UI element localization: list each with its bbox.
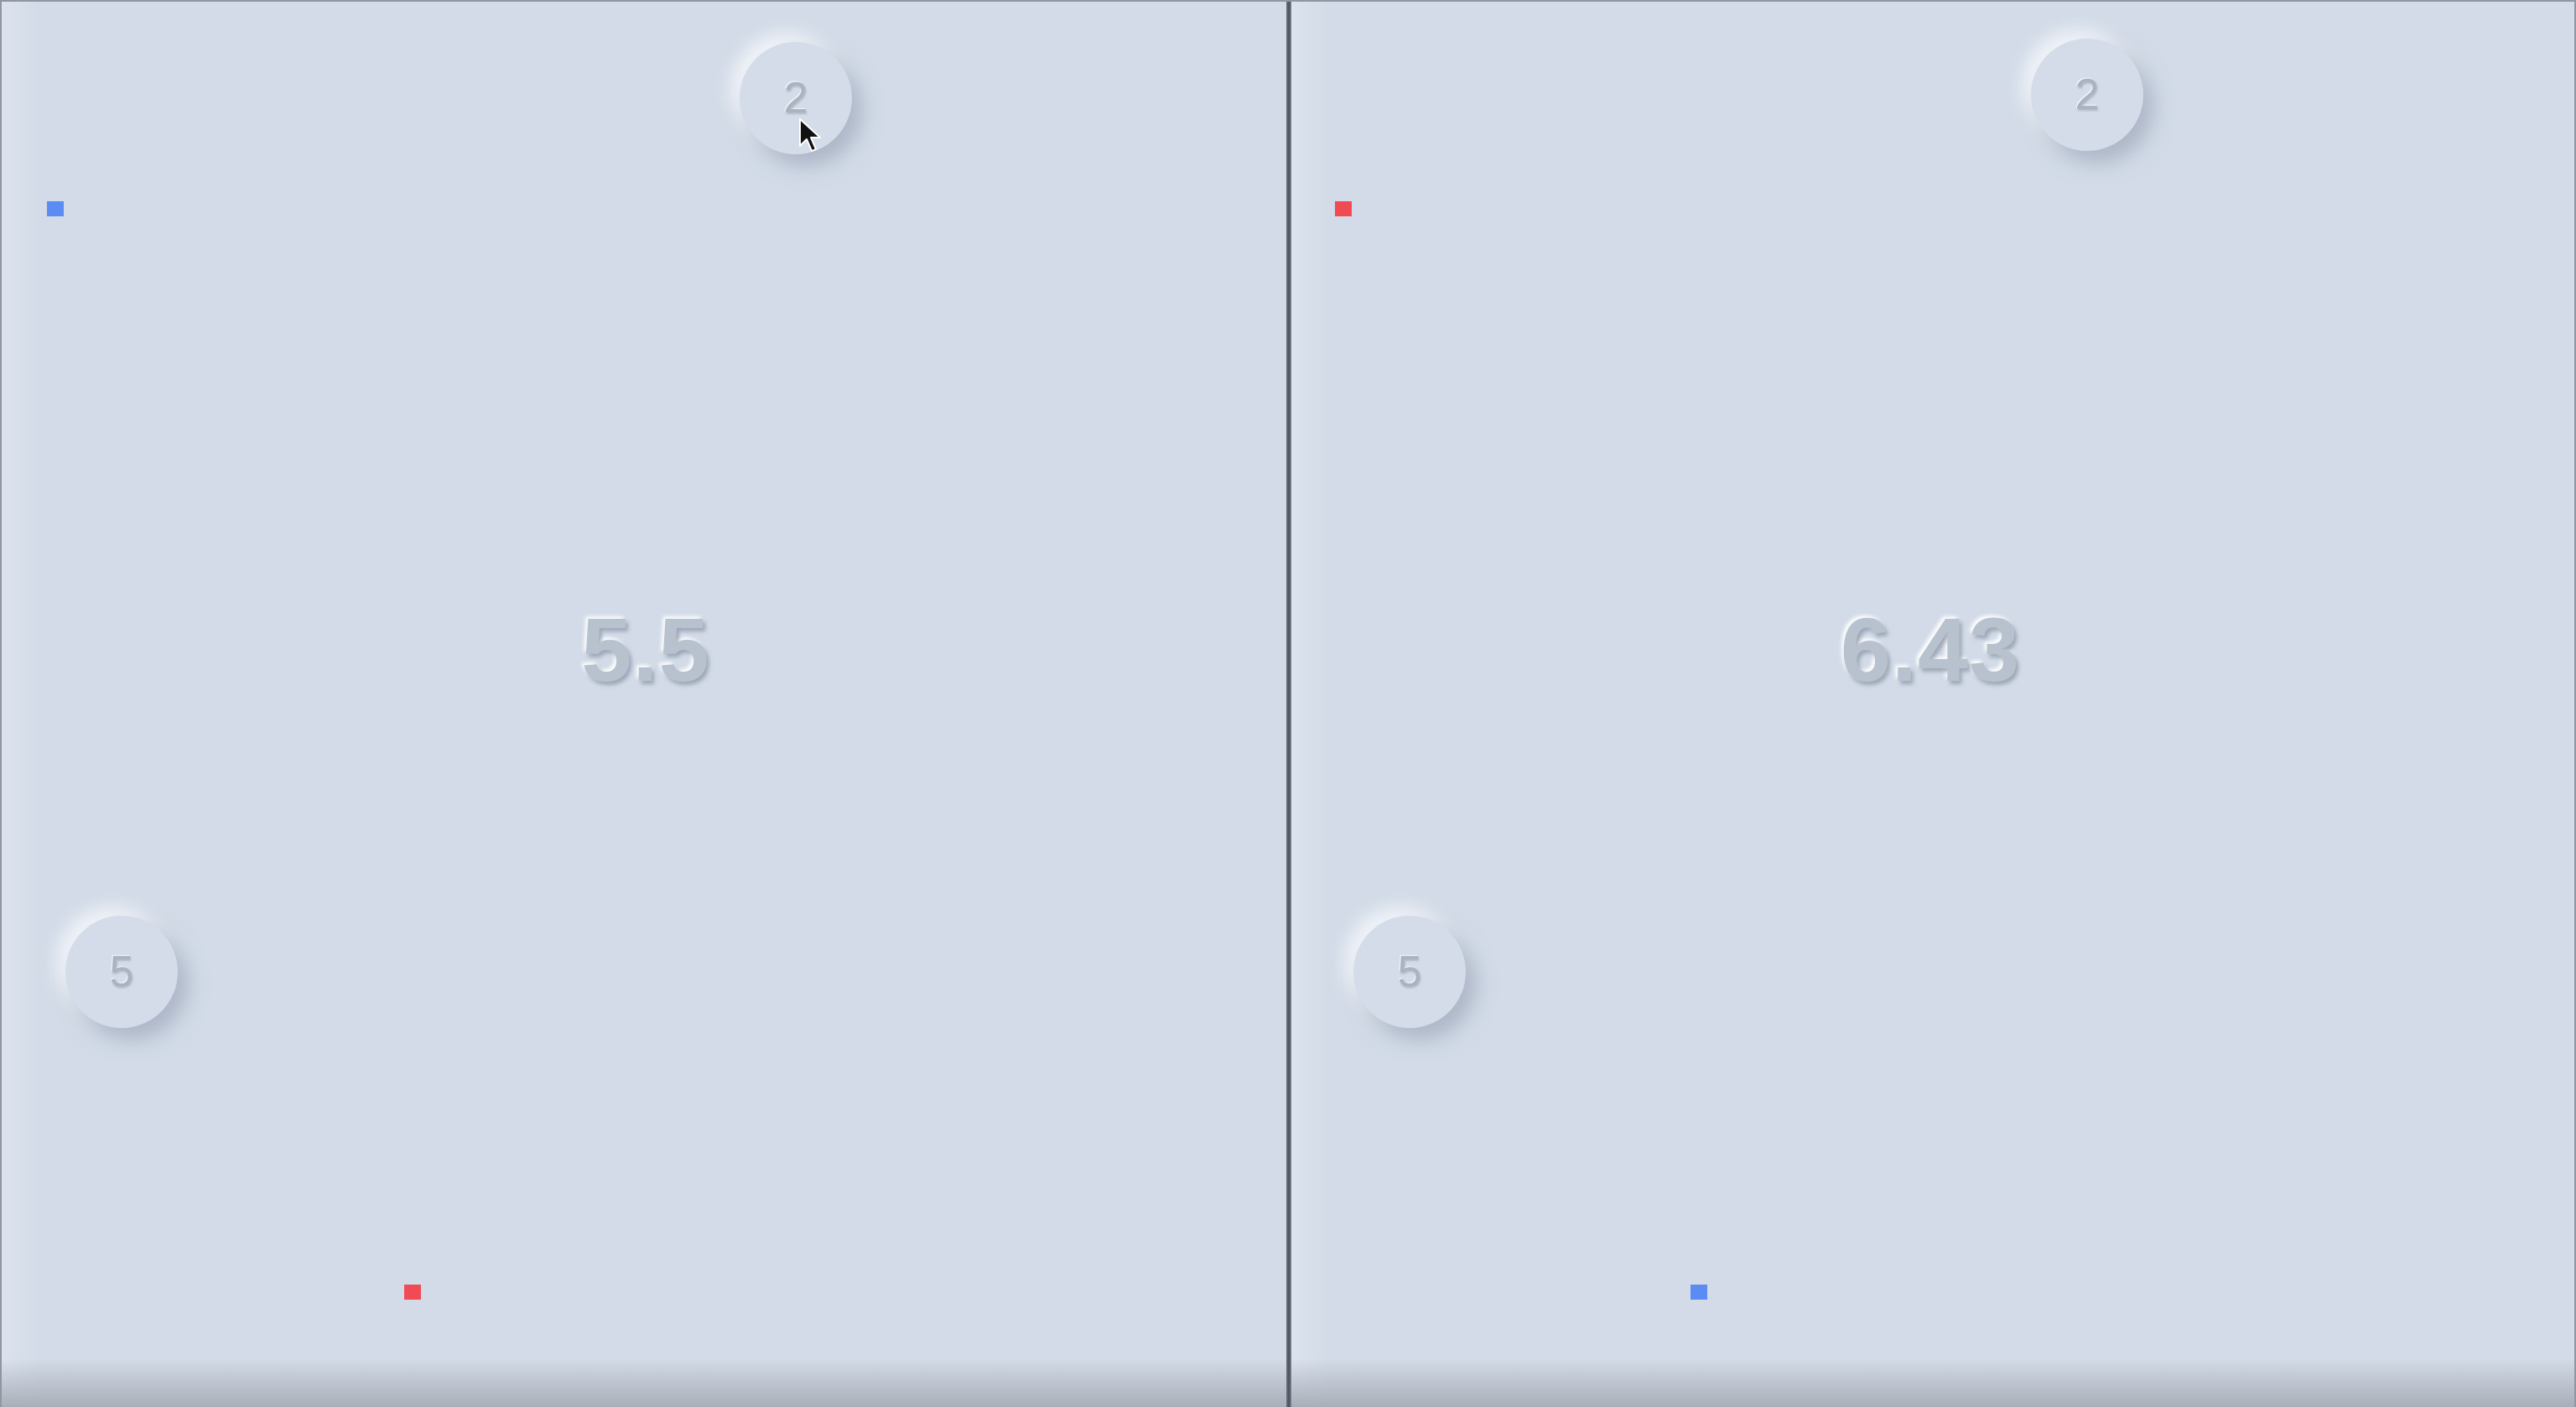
left-bottom-marker bbox=[404, 1285, 421, 1300]
left-bottom-knob[interactable]: 5 bbox=[65, 916, 178, 1028]
left-top-knob[interactable]: 2 bbox=[740, 42, 852, 154]
right-center-value: 6.43 bbox=[1840, 599, 2021, 700]
right-bottom-knob[interactable]: 5 bbox=[1353, 916, 1466, 1028]
comparison-stage: 2 5.5 5 2 6.43 5 bbox=[0, 0, 2576, 1407]
right-panel: 2 6.43 5 bbox=[1291, 2, 2574, 1407]
left-center-value: 5.5 bbox=[581, 599, 710, 700]
right-top-marker bbox=[1335, 201, 1352, 216]
arrow-cursor-icon bbox=[799, 118, 821, 152]
left-panel: 2 5.5 5 bbox=[2, 2, 1288, 1407]
right-top-knob[interactable]: 2 bbox=[2031, 39, 2143, 151]
left-top-marker bbox=[47, 201, 64, 216]
right-bottom-marker bbox=[1690, 1285, 1707, 1300]
